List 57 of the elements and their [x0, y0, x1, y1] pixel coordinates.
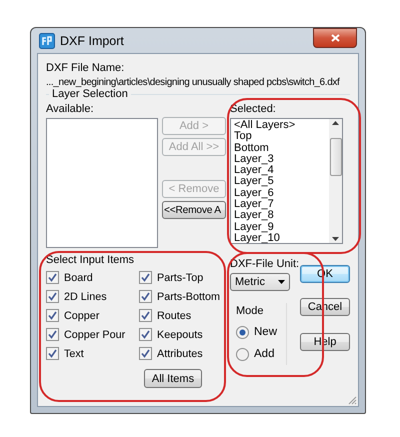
checkbox[interactable] — [139, 309, 152, 322]
list-item[interactable]: Layer_5 — [234, 176, 326, 188]
list-item[interactable]: Layer_7 — [234, 199, 326, 210]
radio-button[interactable] — [236, 326, 249, 338]
checkbox[interactable] — [46, 309, 59, 322]
app-icon — [39, 32, 55, 48]
dropdown-arrow-icon — [278, 280, 285, 284]
all-items-button[interactable]: All Items — [144, 369, 202, 388]
list-item[interactable]: Layer_3 — [234, 154, 326, 166]
list-label: Available: — [46, 103, 94, 115]
checkbox[interactable] — [46, 271, 59, 284]
scroll-up-icon[interactable] — [332, 121, 339, 125]
list-item[interactable]: Layer_10 — [234, 232, 326, 243]
checkbox-label: Routes — [157, 310, 192, 322]
radio-button[interactable] — [236, 348, 249, 360]
group-title: Layer Selection — [49, 88, 131, 100]
checkbox-label: Text — [64, 348, 84, 360]
list-item[interactable]: Layer_4 — [234, 165, 326, 176]
group-title: Mode — [236, 305, 264, 317]
checkbox-label: Board — [64, 272, 93, 284]
checkbox-label: Attributes — [157, 348, 203, 360]
checkbox-label: Keepouts — [157, 328, 203, 340]
selected-list[interactable]: <All Layers> Top Bottom Layer_3 Layer_4 Layer_5 Layer_6 Layer_7 Layer_8 Layer_9 Layer_10 — [230, 118, 343, 244]
resize-grip-icon[interactable] — [347, 395, 357, 405]
list-item[interactable]: Layer_8 — [234, 210, 326, 222]
radio-label: New — [254, 326, 278, 338]
checkbox-label: 2D Lines — [64, 290, 107, 302]
close-button[interactable] — [313, 28, 357, 48]
list-item[interactable]: Bottom — [234, 142, 326, 154]
checkbox[interactable] — [46, 328, 59, 341]
checkbox[interactable] — [46, 290, 59, 303]
list-item[interactable]: <All Layers> — [234, 120, 326, 132]
checkbox-label: Copper Pour — [64, 328, 126, 340]
checkbox-label: Parts-Bottom — [157, 290, 220, 302]
list-item[interactable]: Top — [234, 131, 326, 143]
checkbox[interactable] — [139, 271, 152, 284]
list-item[interactable]: Layer_6 — [234, 188, 326, 200]
checkbox[interactable] — [139, 328, 152, 341]
window-title: DXF Import — [60, 34, 125, 48]
unit-dropdown[interactable]: Metric — [230, 273, 290, 291]
checkbox[interactable] — [46, 347, 59, 360]
checkbox-label: Parts-Top — [157, 272, 204, 284]
radio-label: Add — [254, 348, 274, 360]
group-title: Select Input Items — [46, 254, 136, 266]
checkbox[interactable] — [139, 347, 152, 360]
dropdown-value: Metric — [235, 276, 265, 288]
field-label: DXF File Name: — [46, 62, 126, 74]
checkbox[interactable] — [139, 290, 152, 303]
close-icon — [330, 34, 340, 42]
list-button[interactable]: <<Remove A — [162, 201, 226, 219]
scrollbar[interactable] — [329, 119, 342, 243]
list-item[interactable]: Layer_9 — [234, 222, 326, 233]
checkbox-label: Copper — [64, 310, 100, 322]
scroll-down-icon[interactable] — [332, 237, 339, 241]
list-label: Selected: — [230, 103, 277, 115]
available-list[interactable] — [46, 118, 158, 248]
file-path: ..._new_begining\articles\designing unusually shaped pcbs\switch_6.dxf — [46, 77, 341, 88]
